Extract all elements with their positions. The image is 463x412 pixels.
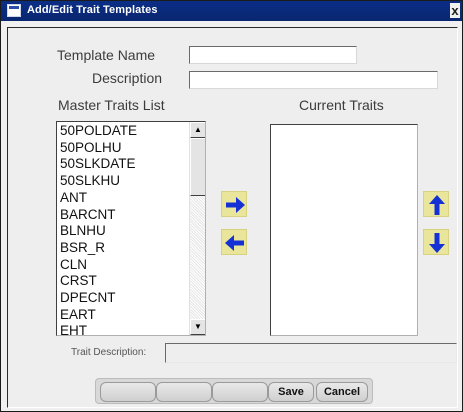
scroll-up-button[interactable]: ▲ — [190, 122, 205, 138]
blank-button-2[interactable] — [156, 382, 212, 402]
description-input[interactable] — [190, 73, 437, 89]
move-up-button[interactable] — [423, 191, 449, 217]
title-bar[interactable]: Add/Edit Trait Templates x — [1, 1, 462, 21]
list-item[interactable]: DPECNT — [60, 290, 137, 307]
window-title: Add/Edit Trait Templates — [27, 4, 158, 16]
description-label: Description — [92, 70, 163, 86]
list-item[interactable]: 50SLKHU — [60, 173, 137, 190]
close-button[interactable]: x — [450, 3, 460, 18]
save-button[interactable]: Save — [268, 382, 314, 402]
list-item[interactable]: 50SLKDATE — [60, 156, 137, 173]
arrow-left-icon — [225, 235, 244, 251]
current-traits-heading: Current Traits — [299, 97, 384, 113]
list-item[interactable]: ANT — [60, 190, 137, 207]
list-item[interactable]: CRST — [60, 273, 137, 290]
blank-button-1[interactable] — [100, 382, 156, 402]
master-traits-items: 50POLDATE 50POLHU 50SLKDATE 50SLKHU ANT … — [60, 123, 137, 335]
arrow-down-icon — [429, 233, 445, 253]
master-list-scrollbar[interactable]: ▲ ▼ — [189, 122, 205, 335]
template-name-label: Template Name — [57, 47, 156, 63]
list-item[interactable]: 50POLHU — [60, 140, 137, 157]
list-item[interactable]: EART — [60, 307, 137, 324]
triangle-up-icon: ▲ — [194, 125, 202, 134]
triangle-down-icon: ▼ — [194, 322, 202, 331]
dialog-window: Add/Edit Trait Templates x Template Name… — [0, 0, 463, 412]
dialog-body: Template Name Description Master Traits … — [7, 27, 458, 408]
remove-trait-button[interactable] — [221, 229, 247, 255]
arrow-up-icon — [429, 195, 445, 215]
template-name-field[interactable] — [189, 46, 357, 64]
list-item[interactable]: BSR_R — [60, 240, 137, 257]
list-item[interactable]: 50POLDATE — [60, 123, 137, 140]
button-bar: Save Cancel — [95, 378, 373, 404]
current-traits-list[interactable] — [270, 124, 418, 336]
template-name-input[interactable] — [190, 48, 356, 64]
trait-description-label: Trait Description: — [71, 347, 147, 358]
window-icon — [7, 4, 21, 17]
trait-description-field — [165, 343, 457, 363]
scroll-down-button[interactable]: ▼ — [190, 319, 205, 335]
list-item[interactable]: EHT — [60, 323, 137, 335]
blank-button-3[interactable] — [212, 382, 268, 402]
arrow-right-icon — [226, 197, 245, 213]
move-down-button[interactable] — [423, 229, 449, 255]
master-traits-list[interactable]: 50POLDATE 50POLHU 50SLKDATE 50SLKHU ANT … — [56, 121, 206, 336]
list-item[interactable]: CLN — [60, 257, 137, 274]
add-trait-button[interactable] — [221, 191, 247, 217]
master-traits-heading: Master Traits List — [58, 97, 165, 113]
list-item[interactable]: BARCNT — [60, 207, 137, 224]
cancel-button[interactable]: Cancel — [316, 382, 368, 402]
list-item[interactable]: BLNHU — [60, 223, 137, 240]
scroll-thumb[interactable] — [190, 138, 205, 196]
description-field[interactable] — [189, 71, 438, 89]
